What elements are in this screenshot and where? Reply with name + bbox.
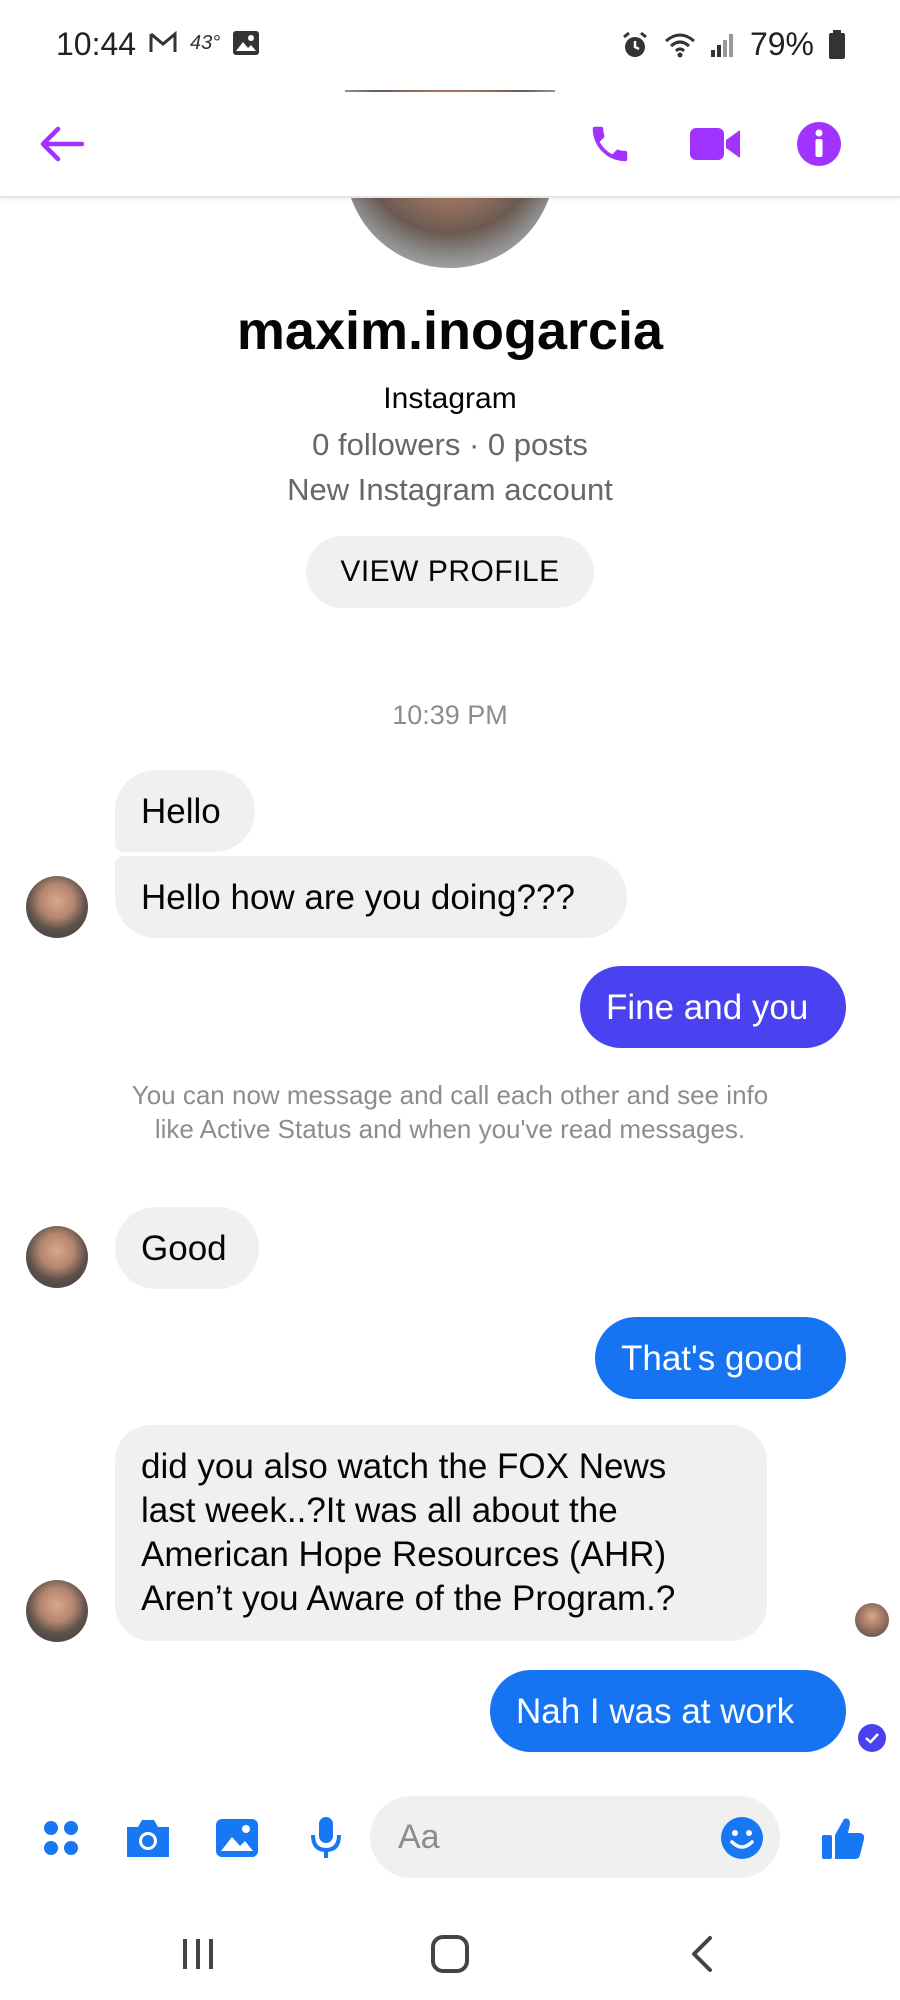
battery-icon [829,29,845,59]
camera-button[interactable] [120,1810,176,1866]
video-call-button[interactable] [685,114,745,174]
status-system-icons: 79% [620,26,846,63]
profile-name: maxim.inogarcia [236,301,664,361]
message-line: American Hope Resources (AHR) [141,1535,667,1574]
back-arrow-icon [40,126,84,162]
system-notice: You can now message and call each other … [131,1080,769,1144]
thumbs-up-icon [822,1818,865,1859]
phone-icon [592,126,628,162]
incoming-message[interactable]: Hello how are you doing??? [115,856,627,938]
weather-temperature: 43° [190,31,221,54]
message-line: did you also watch the FOX News [141,1447,667,1486]
apps-button[interactable] [33,1810,89,1866]
outgoing-message[interactable]: Nah I was at work [490,1670,846,1752]
home-icon [431,1935,469,1973]
system-back-button[interactable] [672,1924,732,1984]
voice-call-button[interactable] [580,114,640,174]
sender-avatar[interactable] [26,1580,88,1642]
message-timestamp: 10:39 PM [392,700,508,730]
outgoing-message[interactable]: Fine and you [580,966,846,1048]
gallery-icon [216,1819,258,1857]
profile-description: New Instagram account [287,472,613,507]
sent-check-icon [858,1724,886,1752]
gallery-button[interactable] [209,1810,265,1866]
recent-apps-icon [183,1939,213,1969]
incoming-message[interactable]: did you also watch the FOX News last wee… [115,1425,767,1641]
message-line: last week..?It was all about the [141,1491,618,1530]
back-button[interactable] [32,114,92,174]
sender-avatar[interactable] [26,876,88,938]
system-navigation-bar [0,1900,900,2000]
emoji-icon [721,1817,763,1859]
profile-stats: 0 followers · 0 posts [312,427,588,462]
read-receipt-avatar [855,1603,889,1637]
outgoing-message[interactable]: That's good [595,1317,846,1399]
image-notification-icon [233,31,260,55]
conversation-info-button[interactable] [789,114,849,174]
message-line: Aren’t you Aware of the Program.? [141,1579,676,1618]
wifi-icon [664,33,695,57]
status-bar: 10:44 43° 79% [0,0,900,92]
home-button[interactable] [420,1924,480,1984]
view-profile-button[interactable]: VIEW PROFILE [306,536,594,608]
back-icon [692,1936,712,1972]
camera-icon [127,1820,169,1857]
recent-apps-button[interactable] [168,1924,228,1984]
video-icon [690,128,740,160]
alarm-icon [623,31,647,57]
chat-header [0,92,900,198]
incoming-message[interactable]: Good [115,1207,259,1289]
emoji-button[interactable] [714,1810,770,1866]
signal-icon [710,33,733,57]
apps-icon [44,1821,78,1855]
status-notification-icons: 43° [148,30,260,56]
gmail-icon [149,31,177,52]
microphone-button[interactable] [298,1810,354,1866]
incoming-message[interactable]: Hello [115,770,255,852]
status-time: 10:44 [56,26,137,62]
message-composer [0,1794,900,1884]
battery-percentage: 79% [749,26,814,62]
info-icon [797,122,841,166]
sender-avatar[interactable] [26,1226,88,1288]
profile-source: Instagram [383,382,517,415]
like-button[interactable] [815,1810,871,1866]
microphone-icon [311,1817,341,1858]
